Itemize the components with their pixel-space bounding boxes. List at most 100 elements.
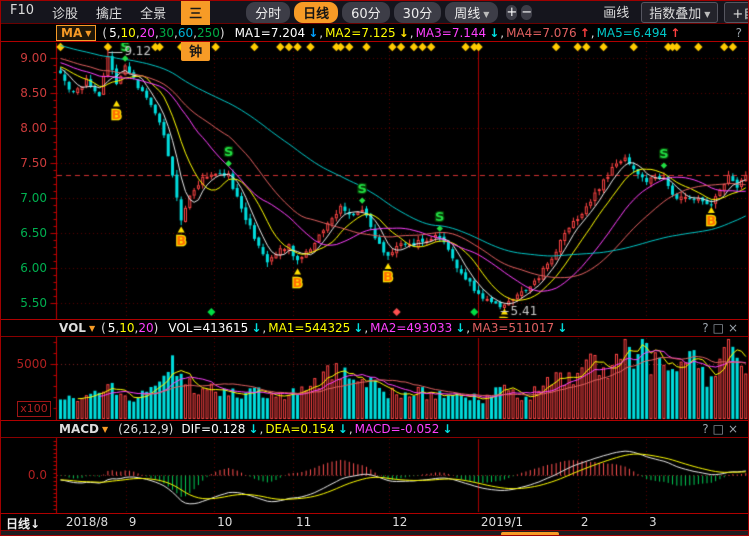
param-value: 20 — [140, 26, 155, 40]
chevron-down-icon: ▼ — [483, 10, 489, 19]
date-label: 2 — [581, 515, 589, 529]
tool-button[interactable]: +自选▼ — [724, 2, 749, 23]
date-axis: 日线↓ 2018/891011122019/123 — [1, 513, 748, 531]
indicator-value: MA3=7.144 — [416, 26, 487, 40]
ma-values: MA1=7.204↓,MA2=7.125↓,MA3=7.144↓,MA4=7.0… — [235, 26, 682, 40]
param-value: 20 — [138, 321, 153, 335]
stock-chart-window: F10诊股擒庄全景 个股三分钟 分时日线60分30分周线▼ + − 画线指数叠加… — [0, 0, 749, 536]
param-paren: ) — [154, 321, 159, 335]
period-tab-周线[interactable]: 周线▼ — [445, 2, 498, 23]
period-tab-日线[interactable]: 日线 — [294, 2, 338, 23]
maximize-icon[interactable]: □ — [713, 422, 728, 436]
toolbar-menu-group: F10诊股擒庄全景 — [1, 3, 175, 22]
value-comma: , — [349, 422, 353, 436]
macd-axis-zero-label: 0.0 — [1, 468, 47, 482]
param-value: 5 — [109, 26, 117, 40]
indicator-value: MA4=7.076 — [506, 26, 577, 40]
macd-params: (26,12,9) — [118, 422, 173, 436]
vol-params: (5,10,20) — [101, 321, 160, 335]
help-icon[interactable]: ? — [702, 321, 712, 335]
trend-arrow-icon: ↓ — [399, 26, 409, 40]
toolbar-menu-item[interactable]: 擒庄 — [87, 3, 131, 22]
param-value: 10 — [121, 26, 136, 40]
trend-arrow-icon: ↓ — [455, 321, 465, 335]
tool-group: 画线指数叠加▼ +自选▼ — [594, 2, 749, 23]
value-comma: , — [259, 422, 263, 436]
indicator-value: MA1=7.204 — [235, 26, 306, 40]
trend-arrow-icon: ↑ — [670, 26, 680, 40]
param-paren: ( — [101, 321, 106, 335]
param-value: 30 — [159, 26, 174, 40]
chevron-down-icon: ▼ — [704, 10, 710, 19]
value-comma: , — [364, 321, 368, 335]
period-tab-group: 分时日线60分30分周线▼ — [244, 2, 500, 23]
zoom-out-button[interactable]: − — [521, 5, 532, 20]
price-axis-label: 8.50 — [1, 86, 47, 100]
ma-selector-button[interactable]: MA▼ — [56, 25, 96, 41]
period-label[interactable]: 日线↓ — [6, 515, 40, 532]
macd-selector-button[interactable]: MACD▼ — [59, 422, 108, 436]
toolbar-menu-item[interactable]: 诊股 — [43, 3, 87, 22]
chevron-down-icon: ▼ — [89, 324, 95, 333]
trend-arrow-icon: ↓ — [489, 26, 499, 40]
value-comma: , — [410, 26, 414, 40]
maximize-icon[interactable]: □ — [713, 321, 728, 335]
period-tab-分时[interactable]: 分时 — [246, 2, 290, 23]
macd-values: DIF=0.128↓,DEA=0.154↓,MACD=-0.052↓ — [181, 422, 453, 436]
trend-arrow-icon: ↓ — [557, 321, 567, 335]
chart-canvas[interactable] — [1, 1, 749, 536]
indicator-value: MA2=493033 — [370, 321, 452, 335]
value-comma: , — [500, 26, 504, 40]
period-tab-60分[interactable]: 60分 — [342, 2, 390, 23]
param-value: 60 — [178, 26, 193, 40]
price-axis-label: 9.00 — [1, 51, 47, 65]
indicator-value: DIF=0.128 — [181, 422, 245, 436]
zoom-in-button[interactable]: + — [506, 5, 517, 20]
macd-indicator-bar: MACD▼ (26,12,9) DIF=0.128↓,DEA=0.154↓,MA… — [1, 420, 748, 438]
toolbar-menu-item[interactable]: 全景 — [131, 3, 175, 22]
help-icon[interactable]: ? — [702, 422, 712, 436]
close-icon[interactable]: × — [728, 321, 742, 335]
date-label: 2019/1 — [481, 515, 523, 529]
indicator-value: MA1=544325 — [268, 321, 350, 335]
volume-axis-label: 5000 — [1, 357, 47, 371]
trend-arrow-icon: ↑ — [580, 26, 590, 40]
indicator-value: MACD=-0.052 — [355, 422, 440, 436]
price-axis-label: 7.50 — [1, 156, 47, 170]
volume-unit-label: x100 — [17, 401, 51, 417]
price-axis-label: 8.00 — [1, 121, 47, 135]
scrollbar-thumb[interactable] — [501, 532, 559, 536]
ma-indicator-bar: MA▼ (5,10,20,30,60,250) MA1=7.204↓,MA2=7… — [1, 25, 748, 42]
price-axis-label: 6.50 — [1, 226, 47, 240]
trend-arrow-icon: ↓ — [248, 422, 258, 436]
trend-arrow-icon: ↓ — [338, 422, 348, 436]
date-label: 11 — [296, 515, 311, 529]
vol-panel-icons[interactable]: ?□× — [702, 321, 742, 335]
value-comma: , — [591, 26, 595, 40]
close-icon[interactable]: × — [728, 422, 742, 436]
chevron-down-icon: ▼ — [85, 29, 91, 38]
ma-params: (5,10,20,30,60,250) — [102, 26, 226, 40]
vol-selector-button[interactable]: VOL▼ — [59, 321, 95, 335]
price-axis-label: 6.00 — [1, 261, 47, 275]
date-label: 3 — [649, 515, 657, 529]
toolbar-menu-item[interactable]: F10 — [1, 3, 43, 22]
bottom-scrollbar[interactable] — [1, 531, 748, 536]
date-label: 10 — [217, 515, 232, 529]
indicator-value: MA3=511017 — [472, 321, 554, 335]
period-tab-30分[interactable]: 30分 — [394, 2, 442, 23]
trend-arrow-icon: ↓ — [353, 321, 363, 335]
indicator-value: DEA=0.154 — [265, 422, 334, 436]
date-label: 9 — [129, 515, 137, 529]
param-value: 250 — [197, 26, 220, 40]
trend-arrow-icon: ↓ — [308, 26, 318, 40]
tool-button[interactable]: 画线 — [594, 2, 638, 23]
help-icon[interactable]: ? — [736, 26, 742, 40]
top-toolbar: F10诊股擒庄全景 个股三分钟 分时日线60分30分周线▼ + − 画线指数叠加… — [1, 1, 748, 24]
indicator-value: MA2=7.125 — [325, 26, 396, 40]
volume-indicator-bar: VOL▼ (5,10,20) VOL=413615↓,MA1=544325↓,M… — [1, 319, 748, 337]
value-comma: , — [466, 321, 470, 335]
macd-panel-icons[interactable]: ?□× — [702, 422, 742, 436]
tool-button[interactable]: 指数叠加▼ — [641, 2, 718, 23]
param-value: 10 — [119, 321, 134, 335]
